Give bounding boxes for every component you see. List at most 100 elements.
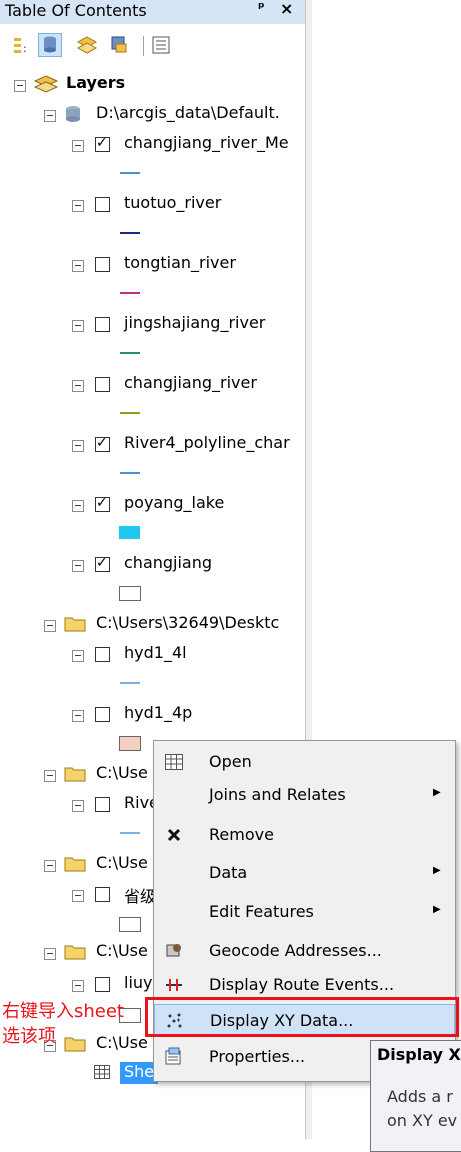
layer-name-label: tongtian_river [124, 253, 236, 272]
expander-icon[interactable] [72, 140, 84, 152]
layer-name-label: changjiang_river [124, 373, 257, 392]
tree-row-layer[interactable]: poyang_lake [0, 493, 305, 519]
database-path-label: D:\arcgis_data\Default. [96, 103, 280, 122]
layer-visibility-checkbox[interactable] [95, 707, 110, 722]
layer-visibility-checkbox[interactable] [95, 435, 110, 452]
tree-row-layer[interactable]: hyd1_4l [0, 643, 305, 669]
tree-row-layer[interactable]: changjiang_river [0, 373, 305, 399]
submenu-arrow-icon: ▶ [433, 787, 441, 798]
menu-item-open[interactable]: Open [154, 746, 455, 778]
polygon-symbol [119, 736, 141, 751]
tree-row-layer[interactable]: changjiang_river_Me [0, 133, 305, 159]
layer-visibility-checkbox[interactable] [95, 647, 110, 662]
menu-item-edit-features[interactable]: Edit Features ▶ [154, 896, 455, 928]
layer-visibility-checkbox[interactable] [95, 257, 110, 272]
folder-path-label: C:\Use [96, 941, 148, 960]
line-symbol [120, 352, 140, 354]
list-by-visibility-icon[interactable] [76, 34, 98, 56]
layer-visibility-checkbox[interactable] [95, 555, 110, 572]
layer-name-label: River4_polyline_char [124, 433, 290, 452]
line-symbol [120, 172, 140, 174]
line-symbol [120, 412, 140, 414]
tree-row-layer[interactable]: River4_polyline_char [0, 433, 305, 459]
tooltip-line: Adds a r [387, 1087, 453, 1106]
folder-path-label: C:\Users\32649\Desktc [96, 613, 280, 632]
list-by-source-icon[interactable] [38, 33, 62, 57]
table-icon [164, 752, 184, 772]
menu-item-label: Open [209, 752, 252, 771]
folder-icon [64, 857, 86, 872]
expander-icon[interactable] [72, 380, 84, 392]
annotation-line1: 右键导入sheet [2, 1001, 124, 1022]
tree-row-layer[interactable]: tongtian_river [0, 253, 305, 279]
layer-visibility-checkbox[interactable] [95, 495, 110, 512]
expander-icon[interactable] [72, 980, 84, 992]
expander-icon[interactable] [72, 500, 84, 512]
folder-path-label: C:\Use [96, 763, 148, 782]
line-symbol [120, 232, 140, 234]
expander-icon[interactable] [72, 890, 84, 902]
expander-icon[interactable] [44, 860, 56, 872]
menu-item-geocode-addresses[interactable]: Geocode Addresses... [154, 935, 455, 967]
expander-icon[interactable] [72, 650, 84, 662]
list-by-selection-icon[interactable] [108, 34, 130, 56]
options-icon[interactable] [150, 34, 172, 56]
expander-icon[interactable] [72, 260, 84, 272]
line-symbol [120, 292, 140, 294]
layer-name-label: changjiang [124, 553, 213, 572]
svg-text::: : [23, 42, 27, 55]
tree-row-layers[interactable]: Layers [0, 73, 305, 99]
tree-row-database[interactable]: D:\arcgis_data\Default. [0, 103, 305, 129]
folder-icon [64, 1037, 86, 1052]
layer-visibility-checkbox[interactable] [95, 317, 110, 332]
expander-icon[interactable] [72, 710, 84, 722]
expander-icon[interactable] [14, 80, 26, 92]
layer-name-label: hyd1_4l [124, 643, 187, 662]
expander-icon[interactable] [72, 800, 84, 812]
line-symbol [120, 682, 140, 684]
annotation-line2: 选该项 [2, 1026, 56, 1047]
tooltip: Display X Adds a r on XY ev [370, 1040, 461, 1152]
layer-visibility-checkbox[interactable] [95, 797, 110, 812]
submenu-arrow-icon: ▶ [433, 904, 441, 915]
menu-item-label: Joins and Relates [209, 785, 346, 804]
layer-visibility-checkbox[interactable] [95, 135, 110, 152]
geocode-icon [164, 941, 184, 961]
remove-x-icon [164, 825, 184, 845]
expander-icon[interactable] [44, 620, 56, 632]
menu-item-joins-and-relates[interactable]: Joins and Relates ▶ [154, 779, 455, 811]
tree-row-folder[interactable]: C:\Users\32649\Desktc [0, 613, 305, 639]
layer-name-label: poyang_lake [124, 493, 225, 512]
toolbar-separator [143, 36, 144, 56]
layers-root-label: Layers [66, 73, 126, 92]
expander-icon[interactable] [72, 440, 84, 452]
expander-icon[interactable] [44, 770, 56, 782]
menu-item-data[interactable]: Data ▶ [154, 857, 455, 889]
tree-row-layer[interactable]: tuotuo_river [0, 193, 305, 219]
expander-icon[interactable] [44, 948, 56, 960]
pin-icon[interactable]: ᵖ [258, 0, 265, 16]
layer-visibility-checkbox[interactable] [95, 977, 110, 992]
folder-icon [64, 945, 86, 960]
layer-visibility-checkbox[interactable] [95, 197, 110, 212]
expander-icon[interactable] [44, 110, 56, 122]
layer-name-label: 省级 [124, 887, 157, 906]
close-icon[interactable]: × [280, 0, 293, 18]
expander-icon[interactable] [72, 320, 84, 332]
menu-item-remove[interactable]: Remove [154, 819, 455, 851]
polygon-symbol [119, 526, 140, 539]
properties-icon [164, 1047, 184, 1067]
expander-icon[interactable] [72, 200, 84, 212]
submenu-arrow-icon: ▶ [433, 865, 441, 876]
list-by-drawing-order-icon[interactable]: : [12, 34, 34, 56]
layer-visibility-checkbox[interactable] [95, 377, 110, 392]
polygon-symbol [119, 917, 141, 932]
layer-visibility-checkbox[interactable] [95, 887, 110, 902]
tree-row-layer[interactable]: jingshajiang_river [0, 313, 305, 339]
menu-item-label: Geocode Addresses... [209, 941, 382, 960]
expander-icon[interactable] [72, 560, 84, 572]
highlight-annotation-box [145, 997, 459, 1037]
tree-row-layer[interactable]: changjiang [0, 553, 305, 579]
tree-row-layer[interactable]: hyd1_4p [0, 703, 305, 729]
layer-name-label: changjiang_river_Me [124, 133, 289, 152]
